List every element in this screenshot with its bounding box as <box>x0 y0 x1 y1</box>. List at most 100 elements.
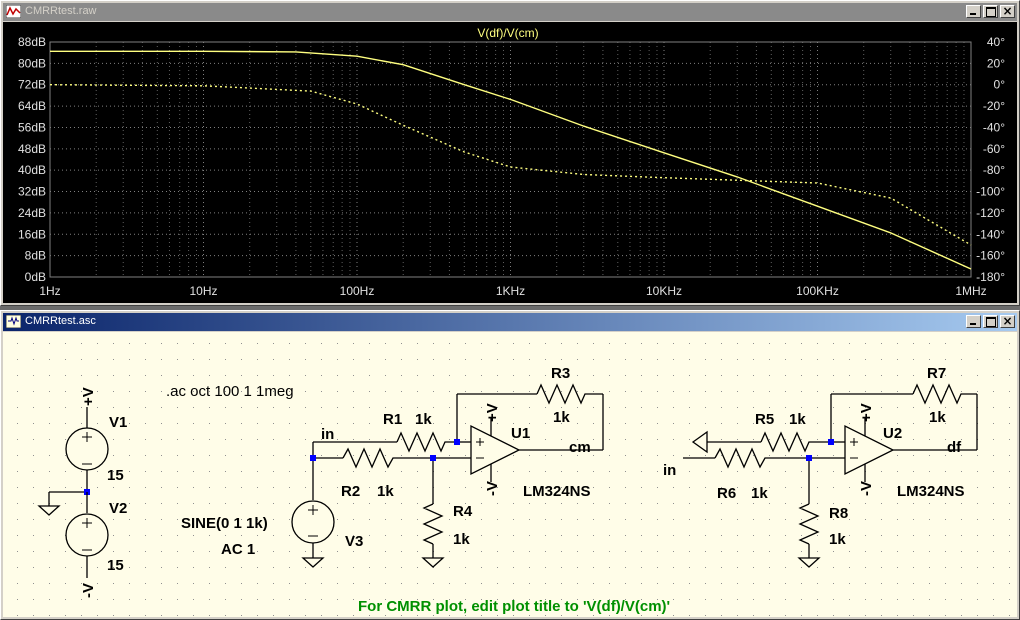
r5-value[interactable]: 1k <box>789 411 806 428</box>
r4-label[interactable]: R4 <box>453 503 473 520</box>
x-axis: 1Hz 10Hz 100Hz 1KHz 10KHz 100KHz 1MHz <box>39 284 986 298</box>
r2-value[interactable]: 1k <box>377 483 394 500</box>
cmrr-note[interactable]: For CMRR plot, edit plot title to 'V(df)… <box>358 598 670 615</box>
plot-grid <box>49 41 971 278</box>
junction <box>806 455 812 461</box>
left-tick-label: 24dB <box>18 206 46 220</box>
u2-label[interactable]: U2 <box>883 425 902 442</box>
r5-label[interactable]: R5 <box>755 411 774 428</box>
u2-vplus[interactable]: +V <box>858 403 875 422</box>
r1-label[interactable]: R1 <box>383 411 402 428</box>
in1-label[interactable]: in <box>321 426 334 443</box>
r8-label[interactable]: R8 <box>829 505 848 522</box>
left-tick-label: 80dB <box>18 56 46 70</box>
bode-plot[interactable]: V(df)/V(cm) 88dB 80dB 72dB 64dB 56dB 48dB 40dB… <box>3 22 1017 303</box>
r6-label[interactable]: R6 <box>717 485 736 502</box>
cm-net-label[interactable]: cm <box>569 439 591 456</box>
x-tick-label: 1Hz <box>39 284 60 298</box>
phase-trace <box>49 84 972 246</box>
left-tick-label: 0dB <box>25 270 46 284</box>
schematic-canvas[interactable]: +V V1 15 V2 15 -V .ac oct 100 1 1meg in … <box>3 332 1017 617</box>
df-net-label[interactable]: df <box>947 439 962 456</box>
right-tick-label: 20° <box>987 56 1005 70</box>
r6-value[interactable]: 1k <box>751 485 768 502</box>
left-tick-label: 8dB <box>25 249 46 263</box>
trace-title[interactable]: V(df)/V(cm) <box>477 26 538 40</box>
in2-label[interactable]: in <box>663 462 676 479</box>
r3-value[interactable]: 1k <box>553 409 570 426</box>
r1-value[interactable]: 1k <box>415 411 432 428</box>
r4-value[interactable]: 1k <box>453 531 470 548</box>
u1-model[interactable]: LM324NS <box>523 483 591 500</box>
left-tick-label: 48dB <box>18 142 46 156</box>
schematic-icon <box>6 315 21 328</box>
right-tick-label: -120° <box>976 206 1005 220</box>
left-tick-label: 16dB <box>18 227 46 241</box>
v2-label[interactable]: V2 <box>109 500 127 517</box>
v1-label[interactable]: V1 <box>109 414 127 431</box>
left-tick-label: 88dB <box>18 35 46 49</box>
r7-value[interactable]: 1k <box>929 409 946 426</box>
junction <box>310 455 316 461</box>
vplus-label[interactable]: +V <box>80 387 97 406</box>
x-tick-label: 1MHz <box>955 284 986 298</box>
spice-directive[interactable]: .ac oct 100 1 1meg <box>166 383 294 400</box>
junction <box>454 439 460 445</box>
x-tick-label: 100KHz <box>796 284 839 298</box>
right-tick-label: -160° <box>976 249 1005 263</box>
v1-value[interactable]: 15 <box>107 467 124 484</box>
plot-window-titlebar[interactable]: CMRRtest.raw × <box>3 3 1017 21</box>
left-tick-label: 32dB <box>18 185 46 199</box>
v3-label[interactable]: V3 <box>345 533 363 550</box>
schematic-window[interactable]: CMRRtest.asc × +V V1 15 V2 15 -V .ac oct… <box>0 310 1020 620</box>
schematic-window-title: CMRRtest.asc <box>25 315 96 327</box>
maximize-button[interactable] <box>983 5 998 18</box>
left-tick-label: 72dB <box>18 78 46 92</box>
left-tick-label: 40dB <box>18 163 46 177</box>
left-axis: 88dB 80dB 72dB 64dB 56dB 48dB 40dB 32dB 24dB 16dB… <box>18 35 46 284</box>
x-tick-label: 10KHz <box>646 284 682 298</box>
right-tick-label: -180° <box>976 270 1005 284</box>
right-tick-label: 40° <box>987 35 1005 49</box>
right-tick-label: -100° <box>976 185 1005 199</box>
u1-vplus[interactable]: +V <box>484 403 501 422</box>
r8-value[interactable]: 1k <box>829 531 846 548</box>
magnitude-trace <box>50 50 972 270</box>
sine-label[interactable]: SINE(0 1 1k) <box>181 515 268 532</box>
right-tick-label: -60° <box>983 142 1005 156</box>
close-button[interactable]: × <box>1000 4 1015 18</box>
right-tick-label: -20° <box>983 99 1005 113</box>
maximize-button[interactable] <box>983 315 998 328</box>
left-tick-label: 64dB <box>18 99 46 113</box>
right-tick-label: -80° <box>983 163 1005 177</box>
plot-window[interactable]: CMRRtest.raw × V(df)/V(cm) 88dB 80dB 72dB 6… <box>0 0 1020 306</box>
right-axis: 40° 20° 0° -20° -40° -60° -80° -100° -120° -140° -… <box>976 35 1005 284</box>
right-tick-label: -140° <box>976 227 1005 241</box>
x-tick-label: 1KHz <box>496 284 525 298</box>
plot-frame <box>49 41 972 278</box>
u1-vminus[interactable]: -V <box>484 481 501 496</box>
x-tick-label: 10Hz <box>189 284 217 298</box>
r3-label[interactable]: R3 <box>551 365 570 382</box>
ac-label[interactable]: AC 1 <box>221 541 255 558</box>
right-tick-label: 0° <box>994 78 1006 92</box>
u1-label[interactable]: U1 <box>511 425 530 442</box>
minimize-button[interactable] <box>966 315 981 328</box>
junction <box>430 455 436 461</box>
waveform-plot-pane[interactable]: V(df)/V(cm) 88dB 80dB 72dB 64dB 56dB 48dB 40dB… <box>3 22 1017 303</box>
vminus-label[interactable]: -V <box>80 583 97 598</box>
junction <box>828 439 834 445</box>
plot-window-title: CMRRtest.raw <box>25 5 97 17</box>
close-button[interactable]: × <box>1000 314 1015 328</box>
r2-label[interactable]: R2 <box>341 483 360 500</box>
schematic-window-titlebar[interactable]: CMRRtest.asc × <box>3 313 1017 331</box>
v2-value[interactable]: 15 <box>107 557 124 574</box>
right-tick-label: -40° <box>983 120 1005 134</box>
x-tick-label: 100Hz <box>340 284 375 298</box>
r7-label[interactable]: R7 <box>927 365 946 382</box>
schematic[interactable]: +V V1 15 V2 15 -V .ac oct 100 1 1meg in … <box>3 332 1017 617</box>
u2-model[interactable]: LM324NS <box>897 483 965 500</box>
minimize-button[interactable] <box>966 5 981 18</box>
u2-vminus[interactable]: -V <box>858 481 875 496</box>
traces <box>49 50 972 270</box>
